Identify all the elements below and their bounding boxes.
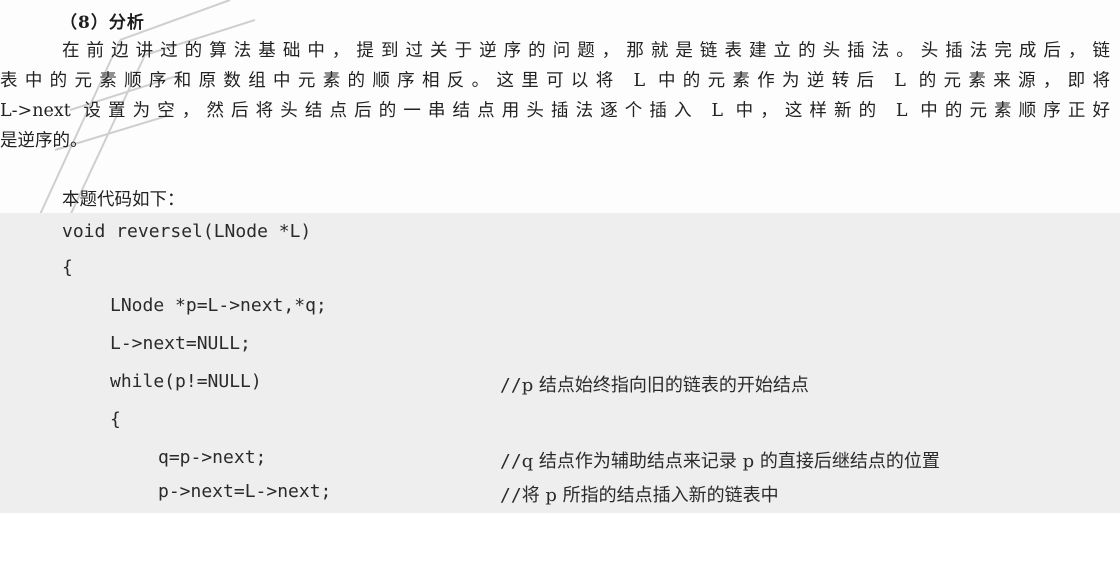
code-text: { <box>110 409 121 430</box>
paragraph-line: 表中的元素顺序和原数组中元素的顺序相反。这里可以将 L 中的元素作为逆转后 L … <box>0 71 1110 91</box>
code-text: q=p->next; <box>158 447 267 468</box>
code-text: p->next=L->next; <box>158 481 332 502</box>
code-comment: //将 p 所指的结点插入新的链表中 <box>500 481 779 507</box>
comment-text: q 结点作为辅助结点来记录 p 的直接后继结点的位置 <box>521 451 940 472</box>
code-line: { <box>0 257 1120 297</box>
comment-text: p 结点始终指向旧的链表的开始结点 <box>521 375 809 396</box>
document-page: （8）分析 在前边讲过的算法基础中，提到过关于逆序的问题，那就是链表建立的头插法… <box>0 0 1120 513</box>
code-line: void reversel(LNode *L) <box>0 221 1120 261</box>
analysis-paragraph: 在前边讲过的算法基础中，提到过关于逆序的问题，那就是链表建立的头插法。头插法完成… <box>0 36 1110 156</box>
paragraph-line: 是逆序的。 <box>0 131 88 151</box>
code-text: LNode *p=L->next,*q; <box>110 295 327 316</box>
code-line: p->next=L->next; //将 p 所指的结点插入新的链表中 <box>0 481 1120 521</box>
code-comment: //p 结点始终指向旧的链表的开始结点 <box>500 371 809 397</box>
code-intro: 本题代码如下： <box>62 190 185 210</box>
code-line: while(p!=NULL) //p 结点始终指向旧的链表的开始结点 <box>0 371 1120 411</box>
code-text: { <box>62 257 73 278</box>
code-line: { <box>0 409 1120 449</box>
comment-text: 将 p 所指的结点插入新的链表中 <box>521 485 779 506</box>
code-text: while(p!=NULL) <box>110 371 262 392</box>
code-line: L->next=NULL; <box>0 333 1120 373</box>
code-comment: //q 结点作为辅助结点来记录 p 的直接后继结点的位置 <box>500 447 940 473</box>
comment-prefix: // <box>500 451 522 472</box>
code-text: L->next=NULL; <box>110 333 251 354</box>
comment-prefix: // <box>500 485 522 506</box>
comment-prefix: // <box>500 375 522 396</box>
code-block: void reversel(LNode *L) { LNode *p=L->ne… <box>0 213 1120 513</box>
code-line: LNode *p=L->next,*q; <box>0 295 1120 335</box>
paragraph-line: 在前边讲过的算法基础中，提到过关于逆序的问题，那就是链表建立的头插法。头插法完成… <box>62 41 1110 61</box>
paragraph-line: L->next 设置为空，然后将头结点后的一串结点用头插法逐个插入 L 中，这样… <box>0 101 1110 121</box>
code-text: void reversel(LNode *L) <box>62 221 312 242</box>
section-heading: （8）分析 <box>60 13 145 33</box>
